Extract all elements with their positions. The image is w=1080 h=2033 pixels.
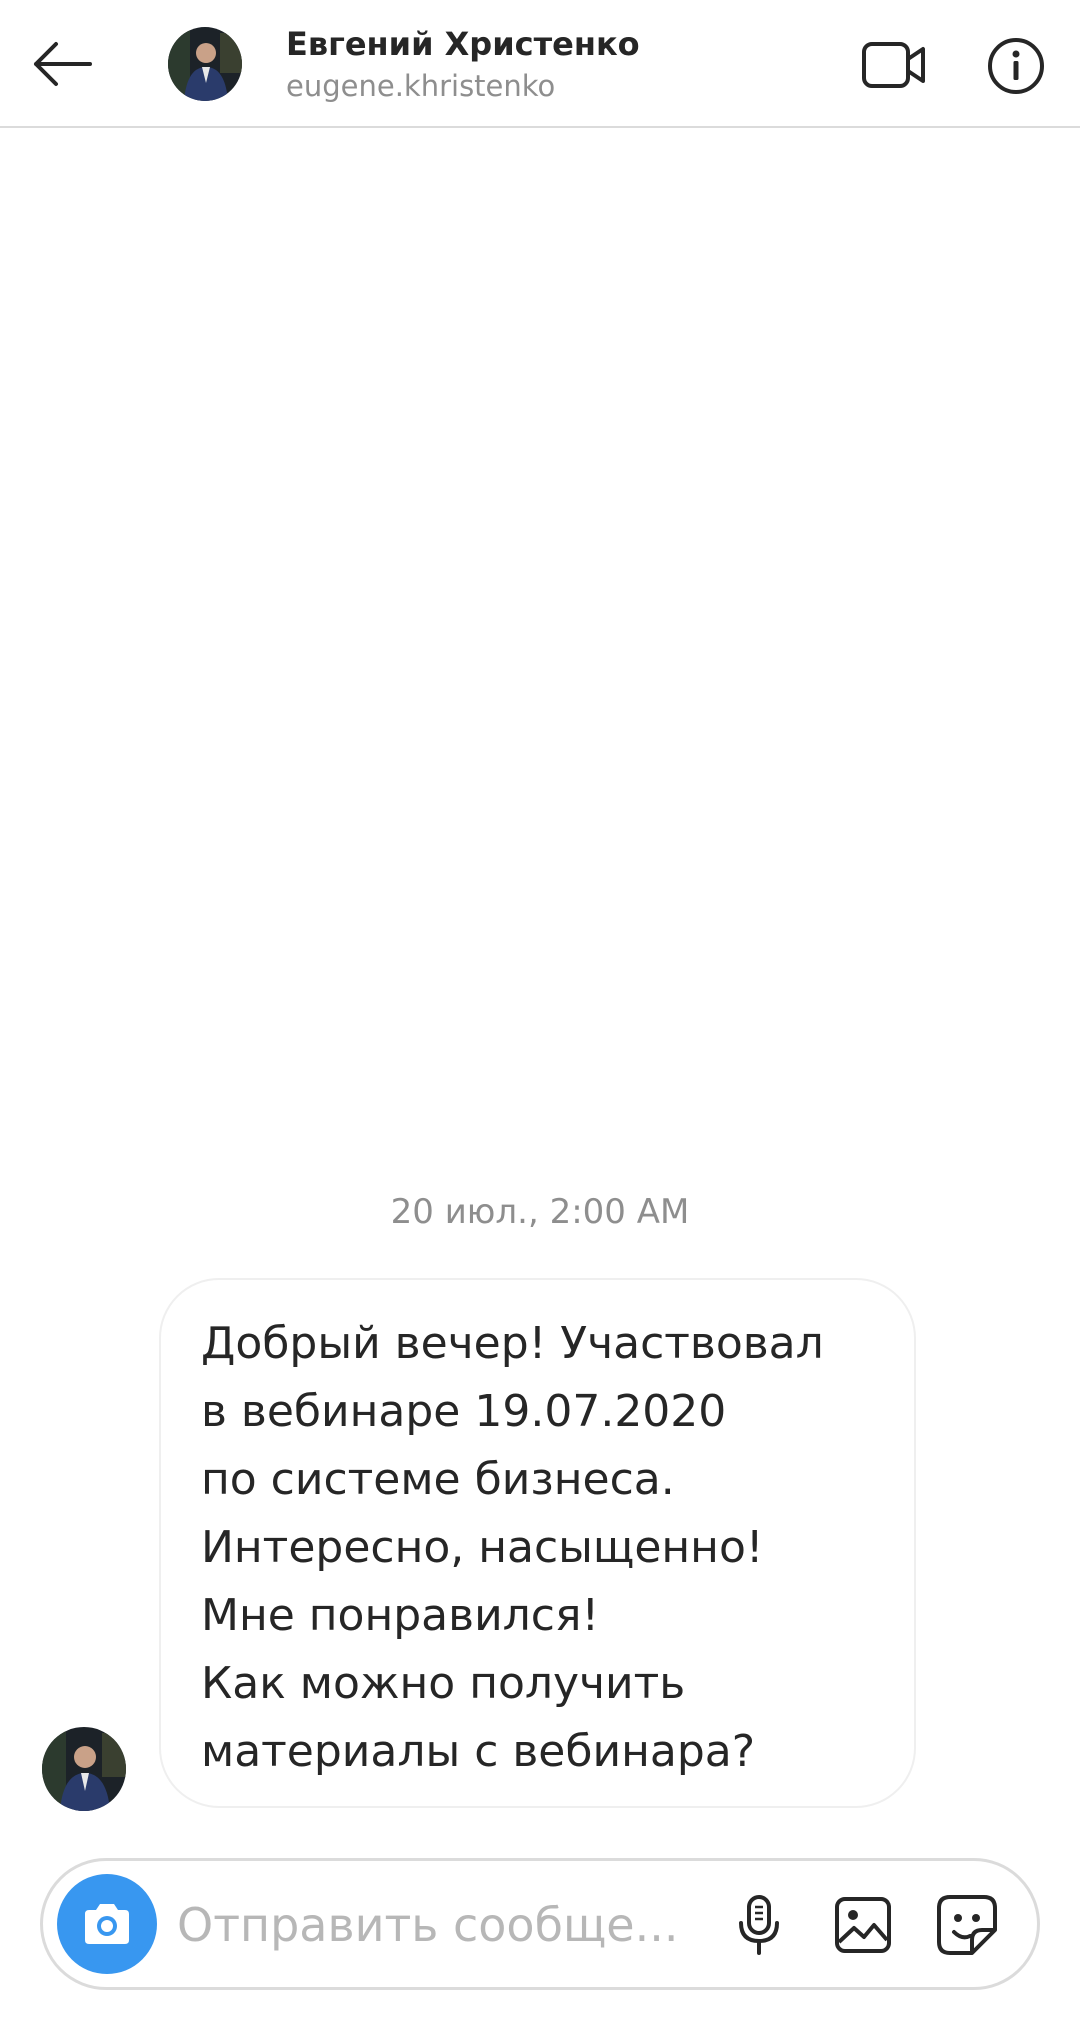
arrow-left-icon [34, 42, 92, 86]
contact-name: Евгений Христенко [286, 25, 640, 63]
thread-header: Евгений Христенко eugene.khristenko [0, 0, 1080, 128]
contact-username: eugene.khristenko [286, 69, 556, 103]
back-button[interactable] [20, 26, 104, 102]
avatar-image [42, 1727, 126, 1811]
message-composer [40, 1858, 1040, 1990]
voice-message-button[interactable] [719, 1885, 799, 1965]
sticker-icon [937, 1895, 997, 1955]
video-call-button[interactable] [856, 30, 932, 100]
sender-avatar[interactable] [42, 1727, 126, 1811]
video-camera-icon [862, 42, 925, 88]
info-button[interactable] [980, 30, 1052, 102]
microphone-icon [739, 1895, 779, 1955]
camera-button[interactable] [57, 1874, 157, 1974]
contact-title[interactable]: Евгений Христенко eugene.khristenko [286, 22, 640, 106]
image-gallery-icon [835, 1897, 891, 1953]
gallery-button[interactable] [823, 1885, 903, 1965]
avatar-image [168, 27, 242, 101]
contact-avatar[interactable] [168, 27, 242, 101]
camera-icon [85, 1904, 129, 1944]
message-input[interactable] [177, 1885, 697, 1965]
message-text: Добрый вечер! Участвовал в вебинаре 19.0… [201, 1318, 824, 1777]
info-icon [988, 38, 1044, 94]
message-bubble[interactable]: Добрый вечер! Участвовал в вебинаре 19.0… [159, 1278, 916, 1808]
sticker-button[interactable] [927, 1885, 1007, 1965]
message-timestamp: 20 июл., 2:00 AM [390, 1192, 690, 1232]
